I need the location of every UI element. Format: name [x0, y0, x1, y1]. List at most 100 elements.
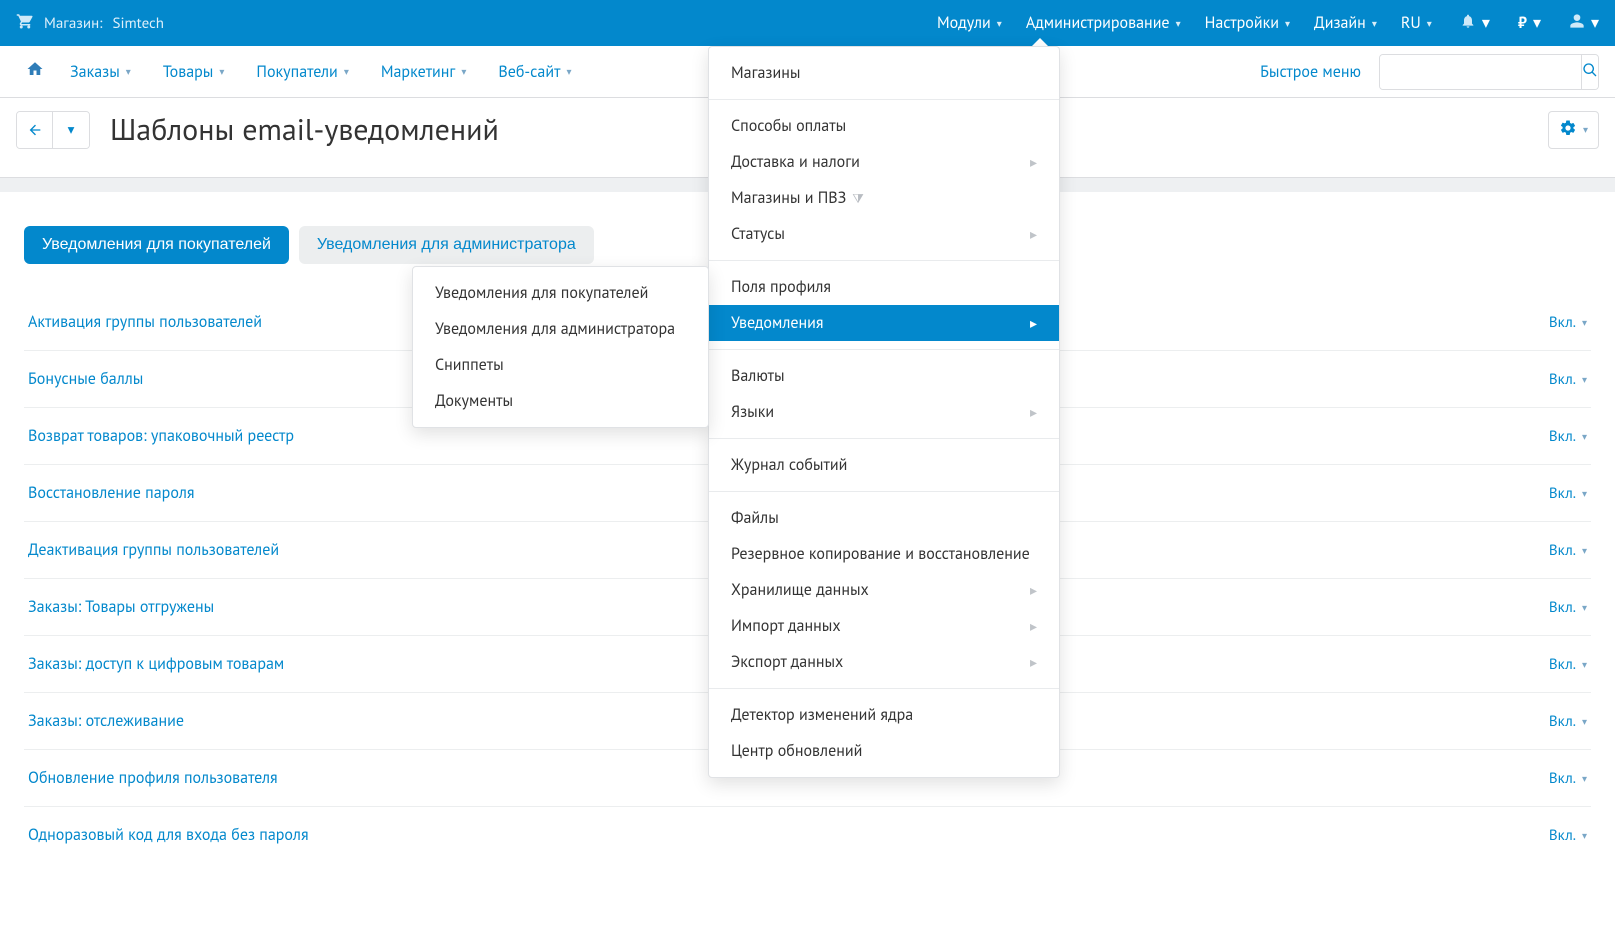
caret-icon	[1591, 13, 1599, 33]
bell-icon	[1460, 13, 1476, 34]
menu-stores[interactable]: Магазины	[709, 55, 1059, 91]
page-settings-button[interactable]	[1548, 111, 1599, 149]
user-button[interactable]	[1569, 13, 1599, 34]
status-toggle[interactable]: Вкл.	[1549, 712, 1587, 731]
status-label: Вкл.	[1549, 712, 1576, 731]
caret-icon	[1176, 17, 1181, 30]
quick-menu[interactable]: Быстрое меню	[1260, 62, 1361, 82]
status-toggle[interactable]: Вкл.	[1549, 655, 1587, 674]
menu-payment[interactable]: Способы оплаты	[709, 108, 1059, 144]
caret-icon	[1582, 544, 1587, 557]
top-admin[interactable]: Администрирование	[1026, 1, 1181, 45]
menu-logs[interactable]: Журнал событий	[709, 447, 1059, 483]
status-label: Вкл.	[1549, 769, 1576, 788]
page-title: Шаблоны email-уведомлений	[110, 110, 499, 149]
caret-icon	[1582, 772, 1587, 785]
status-toggle[interactable]: Вкл.	[1549, 598, 1587, 617]
status-toggle[interactable]: Вкл.	[1549, 484, 1587, 503]
menu-update-center[interactable]: Центр обновлений	[709, 733, 1059, 769]
template-link[interactable]: Бонусные баллы	[28, 369, 143, 389]
search-icon	[1582, 62, 1598, 81]
menu-currencies[interactable]: Валюты	[709, 358, 1059, 394]
template-link[interactable]: Заказы: доступ к цифровым товарам	[28, 654, 284, 674]
caret-icon	[1482, 13, 1490, 33]
template-link[interactable]: Обновление профиля пользователя	[28, 768, 278, 788]
caret-icon	[344, 65, 349, 78]
back-dropdown-button[interactable]	[53, 112, 89, 148]
caret-icon	[219, 65, 224, 78]
nav-orders[interactable]: Заказы	[54, 56, 147, 88]
status-toggle[interactable]: Вкл.	[1549, 370, 1587, 389]
status-label: Вкл.	[1549, 541, 1576, 560]
caret-icon	[566, 65, 571, 78]
status-label: Вкл.	[1549, 655, 1576, 674]
top-design[interactable]: Дизайн	[1314, 1, 1377, 45]
caret-icon	[1285, 17, 1290, 30]
menu-storage[interactable]: Хранилище данных▸	[709, 572, 1059, 608]
nav-customers[interactable]: Покупатели	[240, 56, 364, 88]
template-link[interactable]: Заказы: отслеживание	[28, 711, 184, 731]
status-label: Вкл.	[1549, 427, 1576, 446]
tab-customer-notifications[interactable]: Уведомления для покупателей	[24, 226, 289, 264]
menu-notifications[interactable]: Уведомления▸	[709, 305, 1059, 341]
search-button[interactable]	[1581, 55, 1598, 89]
template-link[interactable]: Заказы: Товары отгружены	[28, 597, 214, 617]
notifications-submenu: Уведомления для покупателей Уведомления …	[412, 266, 709, 428]
caret-icon	[1372, 17, 1377, 30]
search-input[interactable]	[1380, 55, 1581, 89]
template-link[interactable]: Активация группы пользователей	[28, 312, 262, 332]
admin-dropdown: Магазины Способы оплаты Доставка и налог…	[708, 46, 1060, 778]
menu-files[interactable]: Файлы	[709, 500, 1059, 536]
menu-core-detect[interactable]: Детектор изменений ядра	[709, 697, 1059, 733]
status-toggle[interactable]: Вкл.	[1549, 826, 1587, 845]
chevron-right-icon: ▸	[1030, 225, 1037, 243]
top-menu: Модули Администрирование Настройки Дизай…	[937, 1, 1432, 45]
menu-stores-pvz[interactable]: Магазины и ПВЗ⧩	[709, 180, 1059, 216]
status-toggle[interactable]: Вкл.	[1549, 769, 1587, 788]
template-link[interactable]: Одноразовый код для входа без пароля	[28, 825, 309, 845]
top-lang[interactable]: RU	[1401, 1, 1432, 45]
top-settings[interactable]: Настройки	[1205, 1, 1290, 45]
menu-languages[interactable]: Языки▸	[709, 394, 1059, 430]
menu-import[interactable]: Импорт данных▸	[709, 608, 1059, 644]
status-label: Вкл.	[1549, 826, 1576, 845]
menu-statuses[interactable]: Статусы▸	[709, 216, 1059, 252]
status-toggle[interactable]: Вкл.	[1549, 427, 1587, 446]
tab-admin-notifications[interactable]: Уведомления для администратора	[299, 226, 594, 264]
nav-marketing[interactable]: Маркетинг	[365, 56, 483, 88]
caret-icon	[1583, 123, 1588, 136]
status-label: Вкл.	[1549, 370, 1576, 389]
notifications-button[interactable]	[1460, 13, 1490, 34]
caret-icon	[126, 65, 131, 78]
template-link[interactable]: Восстановление пароля	[28, 483, 194, 503]
nav-website[interactable]: Веб-сайт	[482, 56, 587, 88]
addon-icon: ⧩	[852, 190, 864, 207]
back-button-group	[16, 111, 90, 149]
currency-button[interactable]: ₽	[1518, 13, 1541, 33]
menu-backup[interactable]: Резервное копирование и восстановление	[709, 536, 1059, 572]
caret-icon	[1582, 430, 1587, 443]
home-button[interactable]	[16, 54, 54, 89]
status-toggle[interactable]: Вкл.	[1549, 541, 1587, 560]
submenu-documents[interactable]: Документы	[413, 383, 708, 419]
store-selector[interactable]: Магазин: Simtech	[16, 12, 164, 35]
status-label: Вкл.	[1549, 598, 1576, 617]
nav-products[interactable]: Товары	[147, 56, 241, 88]
back-button[interactable]	[17, 112, 53, 148]
top-right-icons: ₽	[1460, 13, 1599, 34]
status-toggle[interactable]: Вкл.	[1549, 313, 1587, 332]
cart-icon	[16, 12, 34, 35]
menu-export[interactable]: Экспорт данных▸	[709, 644, 1059, 680]
menu-profile-fields[interactable]: Поля профиля	[709, 269, 1059, 305]
caret-icon	[461, 65, 466, 78]
menu-shipping[interactable]: Доставка и налоги▸	[709, 144, 1059, 180]
chevron-right-icon: ▸	[1030, 653, 1037, 671]
submenu-admin-notifications[interactable]: Уведомления для администратора	[413, 311, 708, 347]
submenu-snippets[interactable]: Сниппеты	[413, 347, 708, 383]
submenu-customer-notifications[interactable]: Уведомления для покупателей	[413, 275, 708, 311]
top-modules[interactable]: Модули	[937, 1, 1002, 45]
caret-icon	[1533, 13, 1541, 33]
template-link[interactable]: Деактивация группы пользователей	[28, 540, 279, 560]
chevron-right-icon: ▸	[1030, 153, 1037, 171]
template-link[interactable]: Возврат товаров: упаковочный реестр	[28, 426, 294, 446]
